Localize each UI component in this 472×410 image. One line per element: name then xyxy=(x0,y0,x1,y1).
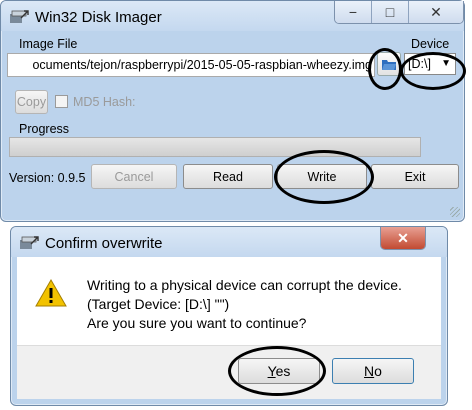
main-titlebar[interactable]: Win32 Disk Imager − □ ✕ xyxy=(1,1,464,31)
folder-open-icon xyxy=(382,60,396,70)
caption-buttons: − □ ✕ xyxy=(334,1,464,24)
disk-imager-icon xyxy=(20,236,39,249)
minimize-button[interactable]: − xyxy=(335,1,372,23)
read-button[interactable]: Read xyxy=(183,164,273,189)
dialog-titlebar[interactable]: Confirm overwrite ✕ xyxy=(11,227,447,257)
resize-grip[interactable] xyxy=(450,207,460,217)
yes-button[interactable]: Yes xyxy=(238,358,320,384)
progress-bar xyxy=(9,137,421,157)
dialog-caption-buttons: ✕ xyxy=(380,227,426,250)
no-button[interactable]: No xyxy=(332,358,414,384)
window-title: Win32 Disk Imager xyxy=(35,9,162,26)
main-client: Image File Device ocuments/tejon/raspber… xyxy=(7,31,459,215)
cancel-button[interactable]: Cancel xyxy=(91,164,177,189)
version-label: Version: 0.9.5 xyxy=(9,171,86,185)
md5-checkbox[interactable] xyxy=(55,95,68,108)
dialog-title: Confirm overwrite xyxy=(45,235,163,252)
dialog-footer: Yes No xyxy=(17,345,441,399)
close-button[interactable]: ✕ xyxy=(409,1,463,23)
image-file-path: ocuments/tejon/raspberrypi/2015-05-05-ra… xyxy=(32,58,372,72)
progress-label: Progress xyxy=(19,122,70,136)
write-button[interactable]: Write xyxy=(277,164,367,189)
dialog-message-line-2: (Target Device: [D:\] "") xyxy=(87,296,230,312)
dialog-body: Writing to a physical device can corrupt… xyxy=(17,257,441,345)
no-label: No xyxy=(364,363,382,379)
exit-button[interactable]: Exit xyxy=(371,164,459,189)
maximize-button[interactable]: □ xyxy=(372,1,409,23)
md5-label: MD5 Hash: xyxy=(73,95,136,109)
copy-button[interactable]: Copy xyxy=(15,90,48,114)
dialog-message-line-3: Are you sure you want to continue? xyxy=(87,315,307,331)
chevron-down-icon: ▼ xyxy=(441,58,451,69)
dialog-message-line-1: Writing to a physical device can corrupt… xyxy=(87,277,402,293)
close-icon[interactable]: ✕ xyxy=(381,227,425,249)
warning-icon xyxy=(35,279,67,307)
main-window: Win32 Disk Imager − □ ✕ Image File Devic… xyxy=(0,0,465,222)
browse-button[interactable] xyxy=(377,52,401,76)
image-file-input[interactable]: ocuments/tejon/raspberrypi/2015-05-05-ra… xyxy=(7,53,375,77)
device-dropdown[interactable]: [D:\] ▼ xyxy=(404,53,456,75)
device-selected: [D:\] xyxy=(408,57,431,71)
yes-label: Yes xyxy=(267,363,291,379)
device-label: Device xyxy=(411,37,450,51)
disk-imager-icon xyxy=(10,10,29,23)
image-file-label: Image File xyxy=(19,37,78,51)
confirm-dialog: Confirm overwrite ✕ Writing to a physica… xyxy=(10,226,448,406)
